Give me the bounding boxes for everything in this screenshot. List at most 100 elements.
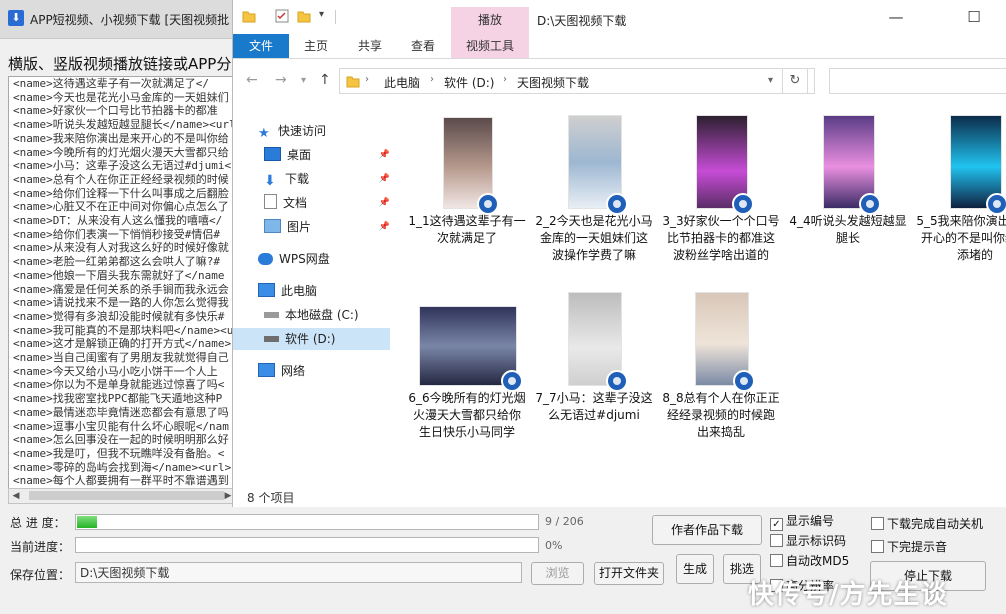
link-line: <name>DT：从来没有人这么懂我的嘻嘻</	[13, 214, 223, 228]
up-arrow-icon[interactable]: ↑	[319, 72, 331, 88]
address-folder-icon	[346, 76, 360, 88]
video-player-badge-icon	[501, 370, 523, 392]
tab-home[interactable]: 主页	[291, 34, 341, 58]
watermark-text: 快传号/方先生谈	[748, 580, 948, 610]
star-icon: ★	[258, 126, 270, 141]
nav-documents[interactable]: 文档 📌	[264, 192, 390, 214]
breadcrumb-drive-d[interactable]: 软件 (D:)	[444, 74, 494, 91]
video-file-name: 2_2今天也是花光小马金库的一天姐妹们这波操作学费了嘛	[535, 214, 653, 262]
link-line: <name>总有个人在你正正经经录视频的时候	[13, 172, 229, 186]
link-line: <name>老脸一红弟弟都这么会哄人了嘛?#	[13, 255, 220, 269]
address-dropdown-icon[interactable]: ▾	[768, 75, 773, 86]
textarea-horizontal-scrollbar[interactable]: ◀ ▶	[8, 488, 236, 504]
pin-icon: 📌	[378, 174, 390, 184]
recent-dropdown-icon[interactable]: ▾	[301, 75, 306, 86]
scroll-thumb[interactable]	[29, 491, 224, 500]
download-arrow-icon: ⬇	[264, 173, 276, 189]
nav-local-disk-c[interactable]: 本地磁盘 (C:)	[264, 304, 359, 326]
breadcrumb-separator-icon: ›	[430, 74, 434, 85]
properties-icon[interactable]	[275, 9, 289, 23]
link-line: <name>怎么回事没在一起的时候明明那么好	[13, 433, 229, 447]
author-works-download-button[interactable]: 作者作品下载	[652, 515, 762, 545]
total-progress-fill	[77, 516, 98, 528]
link-line: <name>这待遇这辈子有一次就满足了</	[13, 77, 209, 90]
nav-downloads[interactable]: ⬇ 下载 📌	[264, 168, 390, 190]
checkbox-checked-icon: ✓	[770, 518, 783, 531]
show-id-checkbox[interactable]: 显示标识码	[770, 532, 846, 549]
video-file-name: 7_7小马：这辈子没这么无语过#djumi	[535, 391, 653, 422]
tab-view[interactable]: 查看	[398, 34, 448, 58]
navigation-bar: ← → ▾ ↑ › 此电脑 › 软件 (D:) › 天图视频下载 ▾ ↻	[233, 64, 1006, 98]
video-player-badge-icon	[986, 193, 1006, 215]
minimize-icon[interactable]: —	[873, 0, 919, 34]
file-explorer-window[interactable]: ▾ 播放 D:\天图视频下载 — ☐ 文件 主页 共享 查看 视频工具 ← → …	[232, 0, 1006, 507]
ribbon-tabs: 文件 主页 共享 查看 视频工具	[233, 34, 1006, 59]
scroll-left-arrow-icon[interactable]: ◀	[9, 489, 23, 503]
nav-desktop[interactable]: 桌面 📌	[264, 144, 390, 166]
network-icon	[258, 363, 275, 377]
link-line: <name>零碎的岛屿会找到海</name><url>	[13, 460, 232, 474]
link-line: <name>我来陪你演出是来开心的不是叫你给	[13, 131, 229, 145]
search-input[interactable]	[829, 68, 1006, 94]
current-progress-value: 0%	[545, 539, 563, 552]
nav-wps-drive[interactable]: WPS网盘	[258, 248, 330, 270]
breadcrumb-separator-icon: ›	[503, 74, 507, 85]
window-path-title: D:\天图视频下载	[537, 14, 627, 28]
save-path-input[interactable]: D:\天图视频下载	[75, 562, 522, 583]
drive-icon	[264, 336, 279, 342]
tab-share[interactable]: 共享	[345, 34, 395, 58]
breadcrumb-this-pc[interactable]: 此电脑	[384, 74, 420, 91]
show-number-checkbox[interactable]: ✓ 显示编号	[770, 512, 834, 531]
link-line: <name>给你们诠释一下什么叫事成之后翻脸	[13, 186, 229, 200]
link-line: <name>逗事小宝贝能有什么坏心眼呢</nam	[13, 419, 229, 433]
breadcrumb-separator-icon: ›	[365, 74, 369, 85]
link-line: <name>今天又给小马小吃小饼干一个人上	[13, 364, 218, 378]
tab-file[interactable]: 文件	[233, 34, 289, 58]
app-title: APP短视频、小视频下载 [天图视频批	[30, 13, 230, 27]
video-file-name: 8_8总有个人在你正正经经录视频的时候跑出来捣乱	[662, 391, 780, 439]
total-progress-value: 9 / 206	[545, 515, 584, 528]
quick-access-toolbar-dropdown-icon[interactable]: ▾	[319, 9, 324, 20]
video-file-name: 3_3好家伙一个个口号比节拍器卡的都准这波粉丝学啥出道的	[662, 214, 780, 262]
video-file-name: 6_6今晚所有的灯光烟火漫天大雪都只给你生日快乐小马同学	[408, 391, 526, 439]
generate-button[interactable]: 生成	[676, 554, 714, 584]
play-context-tab[interactable]: 播放	[451, 7, 529, 34]
video-player-badge-icon	[606, 193, 628, 215]
link-line: <name>小马：这辈子没这么无语过#djumi<	[13, 159, 232, 173]
tab-video-tools[interactable]: 视频工具	[451, 34, 529, 58]
link-line: <name>他娘一下眉头我东需就好了</name	[13, 268, 225, 282]
browse-button[interactable]: 浏览	[531, 562, 584, 585]
nav-network[interactable]: 网络	[258, 360, 305, 382]
nav-software-d[interactable]: 软件 (D:)	[233, 328, 390, 350]
nav-quick-access[interactable]: ★ 快速访问	[258, 120, 326, 142]
video-player-badge-icon	[733, 370, 755, 392]
refresh-icon[interactable]: ↻	[782, 68, 808, 94]
link-line: <name>最情迷恋毕竟情迷恋都会有意思了吗	[13, 405, 229, 419]
video-player-badge-icon	[606, 370, 628, 392]
back-arrow-icon[interactable]: ←	[246, 72, 258, 88]
nav-pictures[interactable]: 图片 📌	[264, 216, 390, 238]
nav-this-pc[interactable]: 此电脑	[258, 280, 317, 302]
save-location-label: 保存位置：	[10, 568, 71, 582]
done-sound-checkbox[interactable]: 下完提示音	[871, 538, 947, 555]
link-line: <name>这才是解锁正确的打开方式</name>	[13, 337, 232, 351]
auto-shutdown-checkbox[interactable]: 下载完成自动关机	[871, 515, 983, 532]
breadcrumb-current-folder[interactable]: 天图视频下载	[517, 74, 589, 91]
link-line: <name>今晚所有的灯光烟火漫天大雪都只给	[13, 145, 229, 159]
video-player-badge-icon	[477, 193, 499, 215]
address-bar[interactable]: › 此电脑 › 软件 (D:) › 天图视频下载 ▾	[339, 68, 815, 94]
pin-icon: 📌	[378, 198, 390, 208]
new-folder-icon[interactable]	[297, 9, 311, 23]
explorer-titlebar: ▾ 播放 D:\天图视频下载 — ☐	[233, 0, 1006, 34]
link-line: <name>好家伙一个口号比节拍器卡的都准	[13, 104, 218, 118]
video-file-name: 5_5我来陪你演出是来开心的不是叫你给我添堵的	[916, 214, 1006, 262]
link-list-textarea[interactable]: <name>这待遇这辈子有一次就满足了</<name>今天也是花光小马金库的一天…	[8, 76, 236, 490]
video-player-badge-icon	[859, 193, 881, 215]
auto-md5-checkbox[interactable]: 自动改MD5	[770, 552, 849, 569]
cloud-icon	[258, 253, 273, 265]
open-folder-button[interactable]: 打开文件夹	[594, 562, 664, 585]
link-line: <name>痛爱是任何关系的杀手锏而我永远会	[13, 282, 229, 296]
forward-arrow-icon[interactable]: →	[275, 72, 287, 88]
maximize-icon[interactable]: ☐	[951, 0, 997, 34]
link-line: <name>给你们表演一下悄悄秒接受#情侣#	[13, 227, 220, 241]
